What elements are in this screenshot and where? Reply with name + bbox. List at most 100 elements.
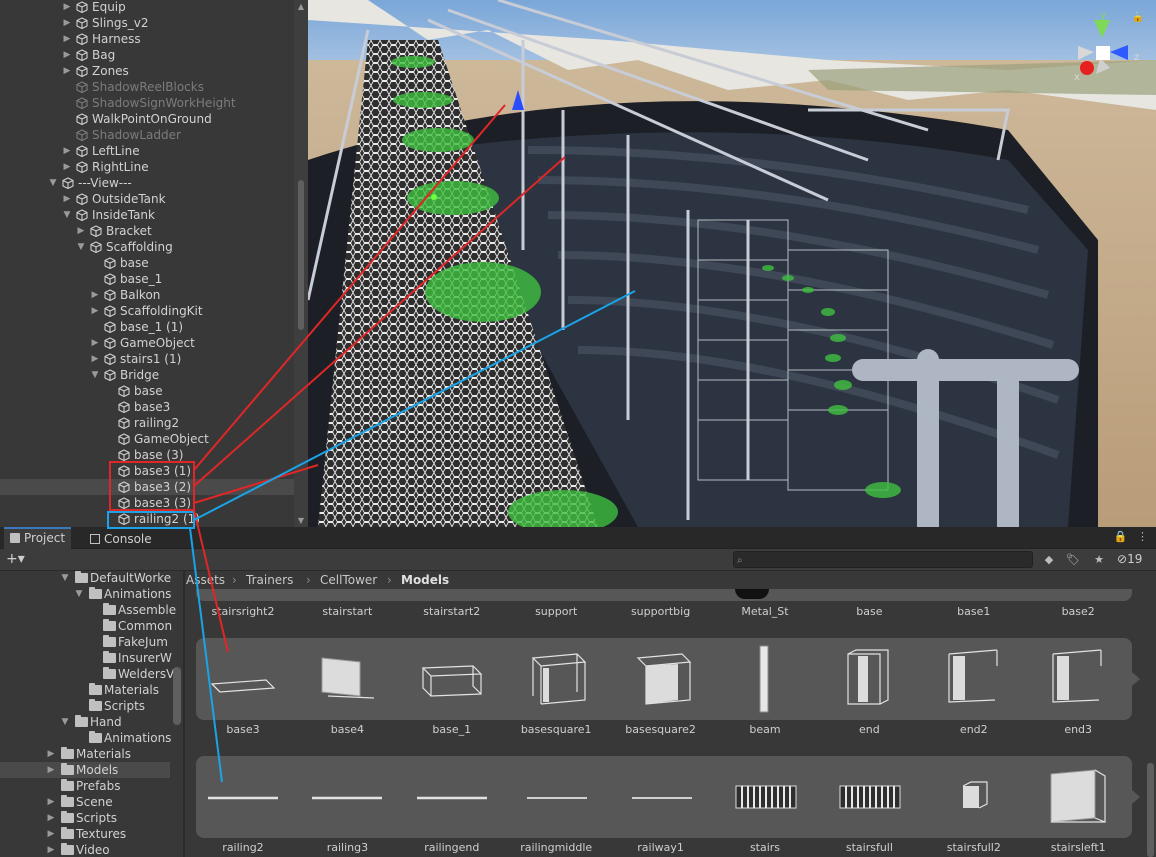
hierarchy-item[interactable]: base3 (1)	[0, 463, 294, 479]
scroll-up-arrow-icon[interactable]: ▲	[294, 2, 308, 11]
collapse-arrow-icon[interactable]: ▼	[90, 367, 100, 383]
hierarchy-item[interactable]: ▶ Slings_v2	[0, 15, 294, 31]
hierarchy-item[interactable]: ▶ RightLine	[0, 159, 294, 175]
asset-label[interactable]: Metal_St	[713, 605, 817, 618]
panel-splitter[interactable]	[183, 571, 185, 857]
asset-label[interactable]: stairs	[713, 841, 817, 854]
folder-tree-item[interactable]: Scripts	[0, 698, 170, 714]
hierarchy-item[interactable]: base	[0, 383, 294, 399]
expand-arrow-icon[interactable]: ▶	[62, 143, 72, 159]
folder-tree-item[interactable]: Common	[0, 618, 172, 634]
search-input[interactable]: ⌕	[733, 551, 1033, 568]
hierarchy-item[interactable]: ▼ InsideTank	[0, 207, 294, 223]
folder-tree-item[interactable]: Animations	[0, 730, 171, 746]
hierarchy-item[interactable]: ▶ GameObject	[0, 335, 294, 351]
hierarchy-item[interactable]: ▶ LeftLine	[0, 143, 294, 159]
panel-options[interactable]: 🔒 ⋮	[1114, 530, 1148, 543]
tab-console[interactable]: Console	[84, 529, 158, 549]
hierarchy-item[interactable]: ▶ ScaffoldingKit	[0, 303, 294, 319]
orientation-gizmo[interactable]: y z x 🔒	[1066, 6, 1150, 90]
hierarchy-item[interactable]: ▶ Zones	[0, 63, 294, 79]
folder-tree-item[interactable]: InsurerW	[0, 650, 172, 666]
hierarchy-item[interactable]: base_1	[0, 271, 294, 287]
folder-tree-item[interactable]: FakeJum	[0, 634, 170, 650]
asset-label[interactable]: stairsleft1	[1026, 841, 1130, 854]
asset-label[interactable]: base2	[1026, 605, 1130, 618]
folder-tree-item[interactable]: ▶ Scene	[0, 794, 170, 810]
model-thumbnail[interactable]	[204, 762, 282, 832]
expand-arrow-icon[interactable]: ▶	[90, 335, 100, 351]
asset-label[interactable]: base1	[922, 605, 1026, 618]
folder-tree-item[interactable]: Materials	[0, 682, 170, 698]
asset-label[interactable]: railway1	[609, 841, 713, 854]
expand-arrow-icon[interactable]: ▶	[62, 159, 72, 175]
model-thumbnail[interactable]	[726, 644, 804, 714]
hierarchy-item[interactable]: ShadowReelBlocks	[0, 79, 294, 95]
asset-label[interactable]: railing2	[191, 841, 295, 854]
hierarchy-item[interactable]: base3 (3)	[0, 495, 294, 511]
create-button[interactable]: +▾	[6, 551, 25, 567]
expand-arrow-icon[interactable]: ▶	[90, 287, 100, 303]
hierarchy-item[interactable]: base	[0, 255, 294, 271]
expand-arrow-icon[interactable]: ▶	[46, 762, 56, 778]
asset-label[interactable]: base3	[191, 723, 295, 736]
asset-label[interactable]: stairstart2	[400, 605, 504, 618]
folder-tree-item[interactable]: ▶ Textures	[0, 826, 170, 842]
tab-project[interactable]: Project	[4, 527, 72, 549]
expand-arrow-icon[interactable]: ▶	[46, 746, 56, 762]
hierarchy-item[interactable]: ▼ ---View---	[0, 175, 294, 191]
folder-tree-item[interactable]: ▶ Models	[0, 762, 170, 778]
model-thumbnail[interactable]	[413, 644, 491, 714]
asset-label[interactable]: base_1	[400, 723, 504, 736]
collapse-arrow-icon[interactable]: ▼	[62, 207, 72, 223]
expand-arrow-icon[interactable]: ▶	[90, 351, 100, 367]
folder-tree-item[interactable]: ▶ Video	[0, 842, 170, 857]
collapse-arrow-icon[interactable]: ▼	[76, 239, 86, 255]
expand-row-arrow-icon[interactable]	[1132, 790, 1140, 804]
asset-label[interactable]: beam	[713, 723, 817, 736]
expand-arrow-icon[interactable]: ▶	[46, 826, 56, 842]
expand-arrow-icon[interactable]: ▶	[62, 31, 72, 47]
collapse-arrow-icon[interactable]: ▼	[60, 571, 70, 586]
expand-arrow-icon[interactable]: ▶	[46, 794, 56, 810]
asset-label[interactable]: basesquare1	[504, 723, 608, 736]
hierarchy-item[interactable]: railing2 (1)	[0, 511, 294, 527]
model-thumbnail[interactable]	[1039, 762, 1117, 832]
model-thumbnail[interactable]	[622, 762, 700, 832]
hierarchy-scroll-thumb[interactable]	[298, 180, 304, 330]
folder-tree-item[interactable]: ▶ Materials	[0, 746, 170, 762]
model-thumbnail[interactable]	[935, 644, 1013, 714]
hidden-packages-toggle[interactable]: ⊘19	[1117, 552, 1142, 566]
asset-label[interactable]: stairstart	[295, 605, 399, 618]
hierarchy-item[interactable]: ▼ Bridge	[0, 367, 294, 383]
folder-tree-item[interactable]: ▼ Hand	[0, 714, 170, 730]
hierarchy-item[interactable]: WalkPointOnGround	[0, 111, 294, 127]
asset-label[interactable]: end	[817, 723, 921, 736]
hierarchy-item[interactable]: GameObject	[0, 431, 294, 447]
folder-tree-item[interactable]: ▶ Scripts	[0, 810, 170, 826]
expand-arrow-icon[interactable]: ▶	[62, 47, 72, 63]
model-thumbnail[interactable]	[935, 762, 1013, 832]
hierarchy-item[interactable]: ▼ Scaffolding	[0, 239, 294, 255]
model-thumbnail[interactable]	[830, 762, 908, 832]
asset-label[interactable]: support	[504, 605, 608, 618]
collapse-arrow-icon[interactable]: ▼	[48, 175, 58, 191]
asset-label[interactable]: stairsright2	[191, 605, 295, 618]
breadcrumb-item[interactable]: CellTower	[320, 571, 377, 589]
expand-arrow-icon[interactable]: ▶	[62, 0, 72, 15]
model-thumbnail[interactable]	[622, 644, 700, 714]
asset-grid-scrollbar[interactable]	[1146, 589, 1156, 857]
hierarchy-item[interactable]: ▶ Bracket	[0, 223, 294, 239]
model-thumbnail[interactable]	[308, 644, 386, 714]
breadcrumb-item[interactable]: Trainers	[246, 571, 293, 589]
asset-grid-scroll-thumb[interactable]	[1147, 763, 1154, 857]
expand-arrow-icon[interactable]: ▶	[62, 191, 72, 207]
model-thumbnail[interactable]	[830, 644, 908, 714]
model-thumbnail[interactable]	[1039, 644, 1117, 714]
folder-tree-item[interactable]: ▼ Animations	[0, 586, 171, 602]
model-thumbnail[interactable]	[204, 644, 282, 714]
hierarchy-item[interactable]: ▶ stairs1 (1)	[0, 351, 294, 367]
hierarchy-item[interactable]: ShadowSignWorkHeight	[0, 95, 294, 111]
asset-label[interactable]: end2	[922, 723, 1026, 736]
folder-tree-item[interactable]: Assemble	[0, 602, 176, 618]
